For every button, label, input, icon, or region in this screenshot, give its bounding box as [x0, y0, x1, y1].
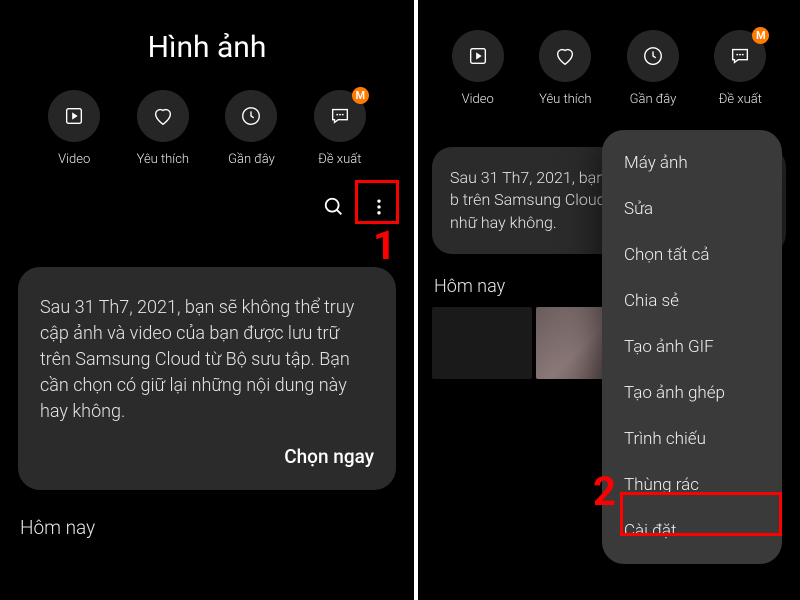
category-recent[interactable]: Gần đây [627, 30, 679, 107]
left-screenshot: Hình ảnh Video Yêu thích Gần đây M Đề [0, 0, 414, 600]
category-row: Video Yêu thích Gần đây M Đề xuất [418, 0, 800, 117]
tutorial-highlight-1 [355, 180, 399, 224]
badge: M [752, 27, 769, 44]
tutorial-highlight-2 [620, 492, 782, 536]
clock-icon [225, 90, 277, 142]
page-title: Hình ảnh [0, 0, 414, 90]
heart-icon [539, 30, 591, 82]
cloud-notice-card[interactable]: Sau 31 Th7, 2021, bạn sẽ không thể truy … [18, 267, 396, 490]
notice-text: Sau 31 Th7, 2021, bạn sẽ không thể truy … [40, 295, 374, 425]
category-label: Gần đây [630, 92, 677, 107]
clock-icon [627, 30, 679, 82]
menu-item-collage[interactable]: Tạo ảnh ghép [602, 370, 782, 416]
category-suggest[interactable]: M Đề xuất [714, 30, 766, 107]
menu-item-select-all[interactable]: Chọn tất cả [602, 232, 782, 278]
step-number-2: 2 [593, 468, 616, 515]
category-favorites[interactable]: Yêu thích [137, 90, 189, 167]
chat-icon: M [314, 90, 366, 142]
category-recent[interactable]: Gần đây [225, 90, 277, 167]
thumbnail[interactable] [432, 307, 532, 379]
category-row: Video Yêu thích Gần đây M Đề xuất [0, 90, 414, 177]
category-label: Video [58, 152, 90, 167]
search-icon [323, 196, 345, 218]
toolbar [0, 177, 414, 237]
menu-item-slideshow[interactable]: Trình chiếu [602, 416, 782, 462]
play-icon [48, 90, 100, 142]
section-today: Hôm nay [0, 490, 414, 539]
category-label: Video [462, 92, 494, 107]
menu-item-create-gif[interactable]: Tạo ảnh GIF [602, 324, 782, 370]
play-icon [452, 30, 504, 82]
menu-item-camera[interactable]: Máy ảnh [602, 140, 782, 186]
menu-item-share[interactable]: Chia sẻ [602, 278, 782, 324]
step-number-1: 1 [373, 222, 396, 269]
notice-cta-button[interactable]: Chọn ngay [40, 445, 374, 468]
category-label: Yêu thích [137, 152, 189, 167]
search-button[interactable] [319, 192, 349, 222]
category-label: Yêu thích [539, 92, 591, 107]
category-video[interactable]: Video [452, 30, 504, 107]
category-label: Đề xuất [719, 92, 762, 107]
chat-icon: M [714, 30, 766, 82]
category-video[interactable]: Video [48, 90, 100, 167]
category-favorites[interactable]: Yêu thích [539, 30, 591, 107]
heart-icon [137, 90, 189, 142]
badge: M [352, 87, 369, 104]
category-suggest[interactable]: M Đề xuất [314, 90, 366, 167]
menu-item-edit[interactable]: Sửa [602, 186, 782, 232]
category-label: Đề xuất [318, 152, 361, 167]
category-label: Gần đây [228, 152, 275, 167]
